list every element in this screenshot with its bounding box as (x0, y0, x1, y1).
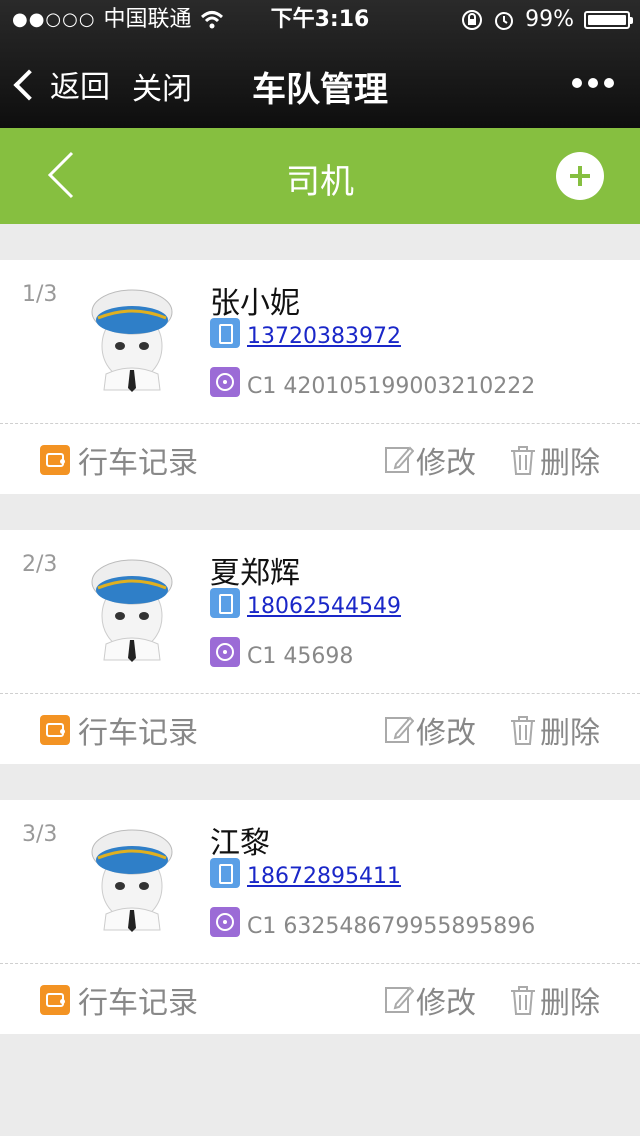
edit-button[interactable]: 修改 (384, 708, 476, 752)
card-actions: 行车记录 修改 删除 (0, 694, 640, 764)
car-record-icon (40, 445, 70, 475)
driver-name: 张小妮 (210, 286, 300, 321)
battery-icon (584, 11, 633, 29)
card-actions: 行车记录 修改 删除 (0, 964, 640, 1034)
edit-label: 修改 (416, 986, 476, 1021)
delete-button[interactable]: 删除 (508, 708, 600, 752)
rotation-lock-icon (462, 10, 483, 30)
edit-icon (385, 716, 414, 743)
driver-phone-link[interactable]: 18672895411 (247, 864, 401, 889)
phone-icon (210, 588, 240, 618)
driver-name: 夏郑辉 (210, 556, 300, 591)
driver-avatar-icon (91, 829, 173, 932)
delete-button[interactable]: 删除 (508, 438, 600, 482)
driver-index: 3/3 (22, 822, 58, 847)
car-record-icon (40, 985, 70, 1015)
chevron-left-icon (13, 69, 45, 101)
driver-info: 2/3 夏郑辉 18062544549 C1 45698 (0, 530, 640, 694)
driver-card: 3/3 江黎 18672895411 C1 632548679955895896… (0, 800, 640, 1034)
driver-info: 1/3 张小妮 13720383972 C1 42010519900321022… (0, 260, 640, 424)
back-label: 返回 (50, 70, 110, 105)
driver-license: C1 420105199003210222 (247, 374, 536, 399)
back-button[interactable]: 返回 (13, 62, 110, 106)
trip-record-button[interactable]: 行车记录 (40, 978, 198, 1022)
driver-info: 3/3 江黎 18672895411 C1 632548679955895896 (0, 800, 640, 964)
driver-license: C1 632548679955895896 (247, 914, 536, 939)
driver-license: C1 45698 (247, 644, 354, 669)
section-header: 司机 (0, 128, 640, 224)
steering-wheel-icon (210, 637, 240, 667)
driver-phone-link[interactable]: 13720383972 (247, 324, 401, 349)
trip-record-label: 行车记录 (78, 446, 198, 481)
steering-wheel-icon (210, 367, 240, 397)
trip-record-button[interactable]: 行车记录 (40, 708, 198, 752)
delete-button[interactable]: 删除 (508, 978, 600, 1022)
card-actions: 行车记录 修改 删除 (0, 424, 640, 494)
trip-record-label: 行车记录 (78, 986, 198, 1021)
edit-label: 修改 (416, 446, 476, 481)
more-button[interactable] (572, 78, 614, 88)
driver-card: 2/3 夏郑辉 18062544549 C1 45698 行车记录 修改 删除 (0, 530, 640, 764)
trash-icon (511, 716, 535, 745)
battery-percent: 99% (525, 7, 574, 32)
trash-icon (511, 986, 535, 1015)
driver-avatar-icon (91, 289, 173, 392)
section-title: 司机 (286, 162, 354, 202)
battery-fill (588, 15, 626, 25)
nav-bar: 返回 关闭 车队管理 (0, 40, 640, 128)
phone-icon (210, 318, 240, 348)
phone-icon (210, 858, 240, 888)
delete-label: 删除 (540, 986, 600, 1021)
alarm-icon (495, 12, 514, 30)
trip-record-button[interactable]: 行车记录 (40, 438, 198, 482)
edit-icon (385, 446, 414, 473)
driver-phone-link[interactable]: 18062544549 (247, 594, 401, 619)
edit-button[interactable]: 修改 (384, 978, 476, 1022)
close-button[interactable]: 关闭 (132, 64, 192, 108)
page-title: 车队管理 (252, 70, 388, 110)
add-driver-button[interactable] (556, 152, 604, 200)
driver-card: 1/3 张小妮 13720383972 C1 42010519900321022… (0, 260, 640, 494)
edit-button[interactable]: 修改 (384, 438, 476, 482)
more-dot-icon (604, 78, 614, 88)
edit-icon (385, 986, 414, 1013)
header-back-button[interactable] (46, 150, 76, 200)
driver-index: 1/3 (22, 282, 58, 307)
status-bar: ●●○○○ 中国联通 下午3:16 99% (0, 0, 640, 40)
driver-name: 江黎 (210, 826, 270, 861)
delete-label: 删除 (540, 716, 600, 751)
trash-icon (511, 446, 535, 475)
steering-wheel-icon (210, 907, 240, 937)
more-dot-icon (588, 78, 598, 88)
trip-record-label: 行车记录 (78, 716, 198, 751)
car-record-icon (40, 715, 70, 745)
chevron-left-icon (47, 151, 74, 199)
top-bar: ●●○○○ 中国联通 下午3:16 99% 返回 关闭 车队管理 (0, 0, 640, 128)
edit-label: 修改 (416, 716, 476, 751)
driver-avatar-icon (91, 559, 173, 662)
more-dot-icon (572, 78, 582, 88)
delete-label: 删除 (540, 446, 600, 481)
driver-index: 2/3 (22, 552, 58, 577)
